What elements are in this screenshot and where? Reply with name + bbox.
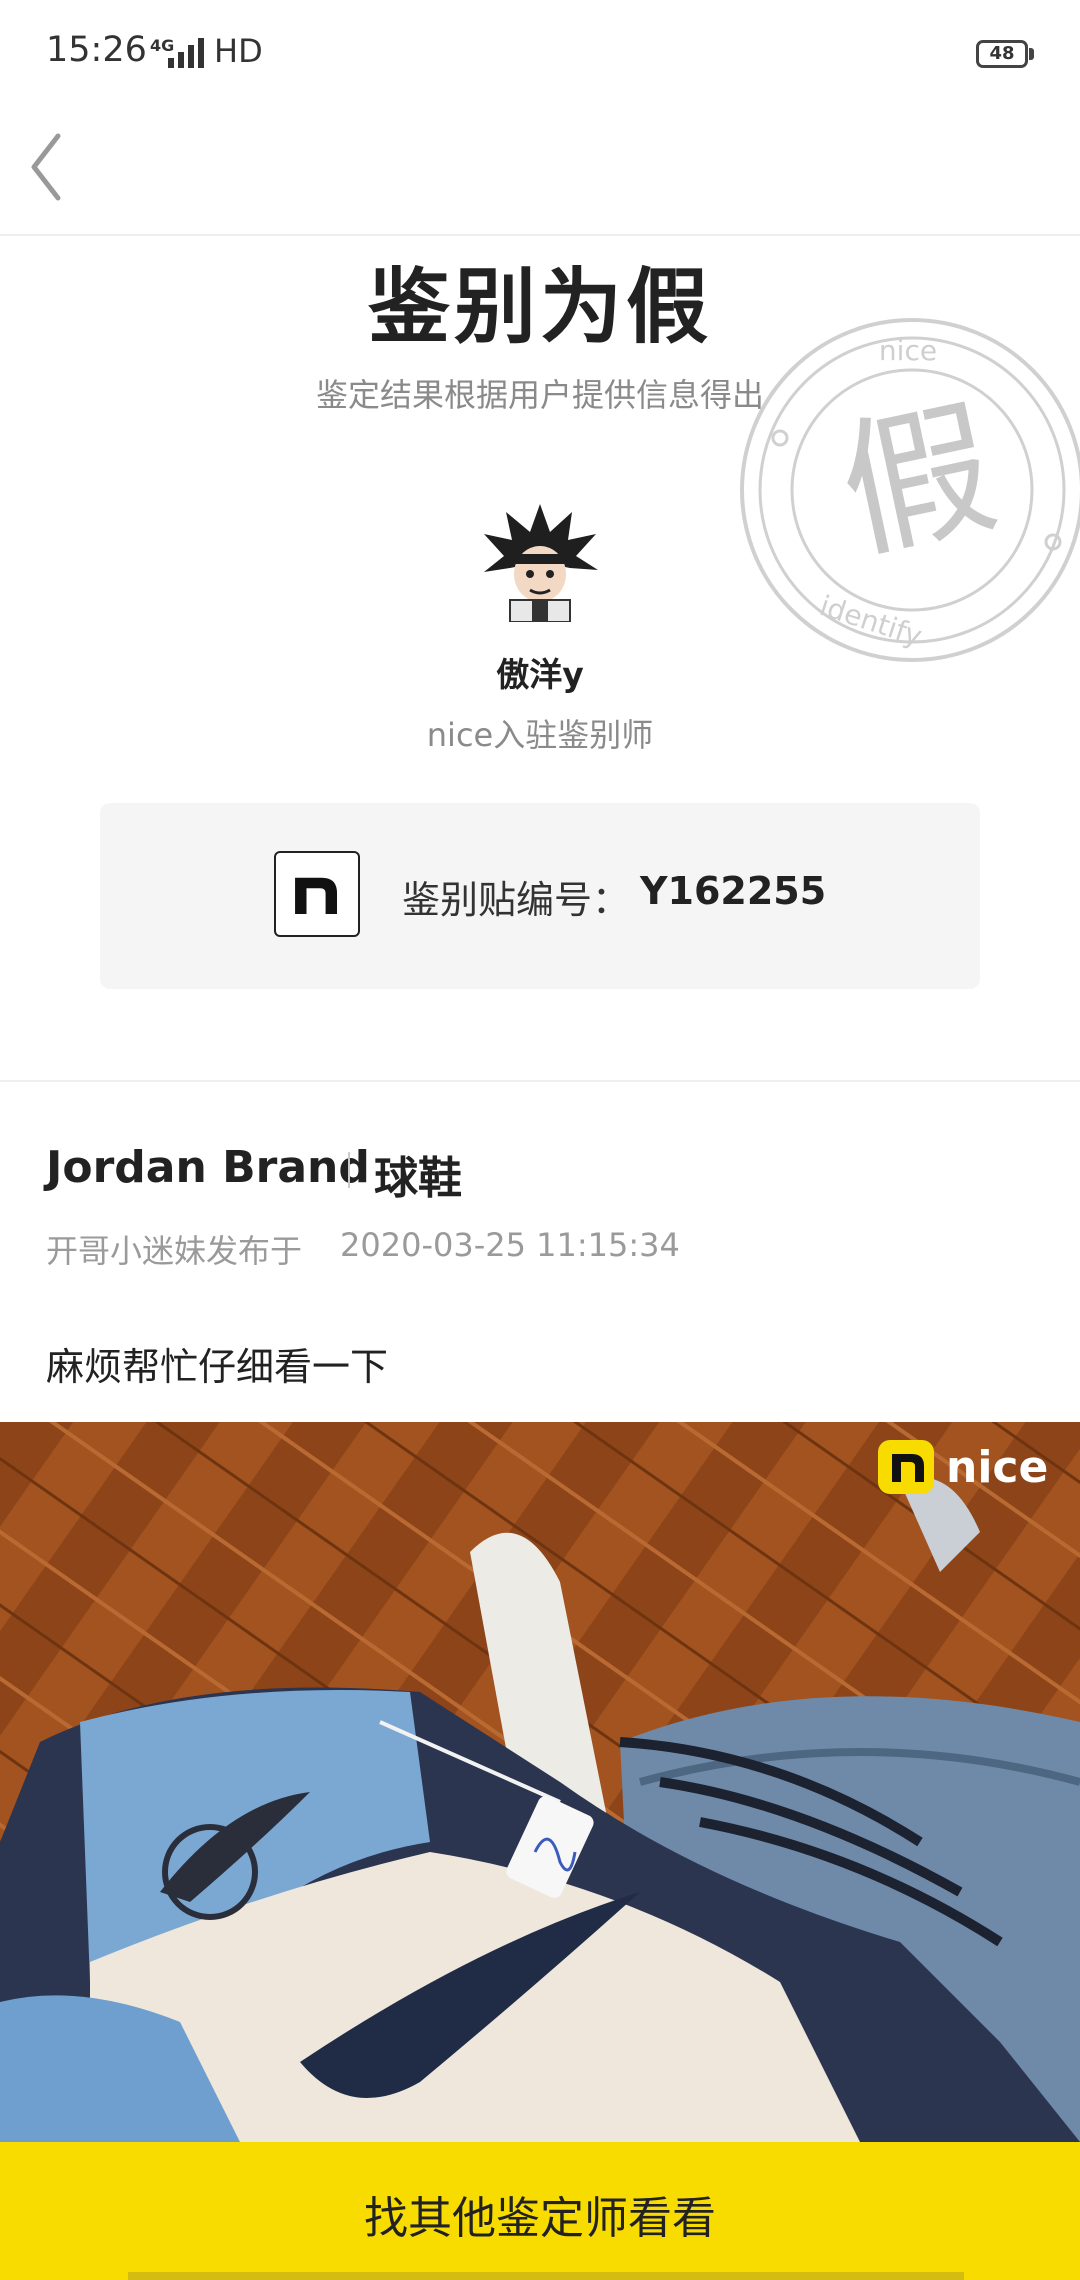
section-divider <box>0 1080 1080 1082</box>
hd-indicator: HD <box>214 32 263 70</box>
bottom-strip <box>128 2272 964 2280</box>
expert-avatar[interactable] <box>480 502 600 622</box>
post-author-line: 开哥小迷妹发布于 <box>46 1232 303 1270</box>
post-text: 麻烦帮忙仔细看一下 <box>46 1345 389 1389</box>
identify-code-label: 鉴别贴编号： <box>402 878 631 922</box>
identify-code-value: Y162255 <box>640 869 827 913</box>
expert-name: 傲洋y <box>496 655 584 694</box>
stamp-bottom-text: identify <box>816 589 926 653</box>
brand-separator <box>348 1152 350 1188</box>
identify-code-card: 鉴别贴编号： Y162255 <box>100 803 980 989</box>
expert-role: nice入驻鉴别师 <box>426 716 654 754</box>
sneaker-photo[interactable]: nice <box>0 1422 1080 2142</box>
back-icon[interactable] <box>20 122 100 212</box>
photo-watermark: nice <box>946 1442 1048 1493</box>
nav-bar <box>0 100 1080 236</box>
stamp-top-text: nice <box>879 334 937 367</box>
stamp-char: 假 <box>827 381 1010 582</box>
battery-icon: 48 <box>976 40 1028 68</box>
battery-level: 48 <box>989 43 1015 64</box>
post-timestamp: 2020-03-25 11:15:34 <box>340 1226 680 1264</box>
fake-stamp-icon: nice 假 identify <box>740 318 1080 662</box>
nice-logo-icon <box>274 851 360 937</box>
find-other-experts-label: 找其他鉴定师看看 <box>364 2193 716 2244</box>
status-bar: 15:26 4G HD 48 <box>0 0 1080 100</box>
find-other-experts-button[interactable]: 找其他鉴定师看看 <box>0 2142 1080 2280</box>
signal-icon <box>168 38 204 68</box>
brand-name[interactable]: Jordan Brand <box>46 1142 370 1193</box>
battery-tip <box>1029 48 1034 60</box>
category-name: 球鞋 <box>374 1153 462 1204</box>
status-time: 15:26 <box>46 30 147 70</box>
